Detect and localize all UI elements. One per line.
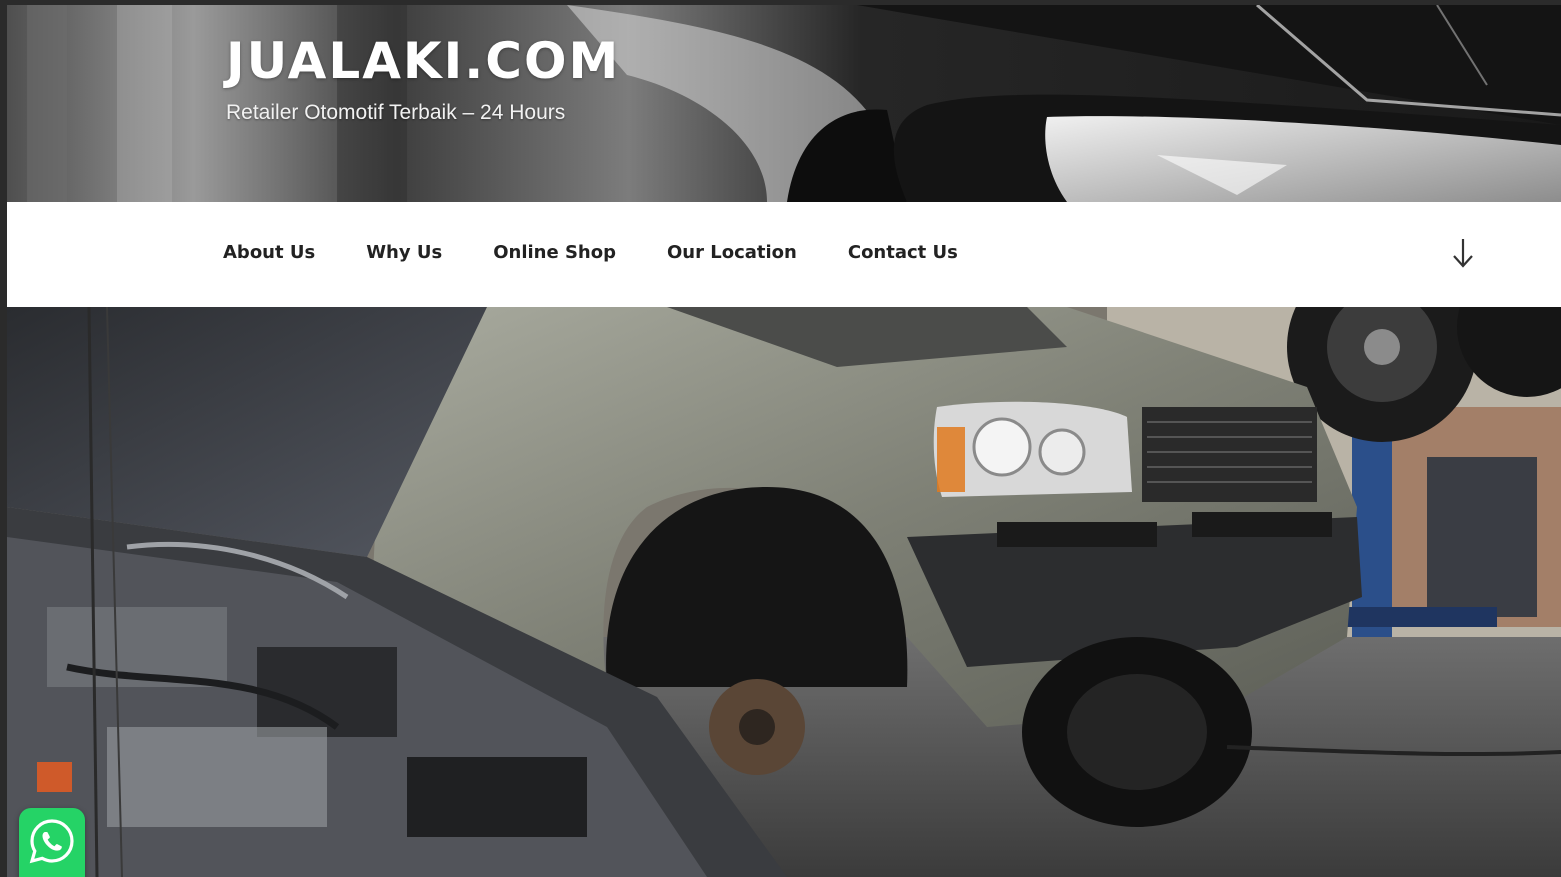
scroll-down-button[interactable]	[1448, 235, 1478, 271]
nav-menu: About Us Why Us Online Shop Our Location…	[223, 240, 1009, 266]
site-header: JUALAKI.COM Retailer Otomotif Terbaik – …	[7, 5, 1561, 202]
whatsapp-chat-button[interactable]	[19, 808, 85, 877]
whatsapp-icon	[29, 819, 74, 864]
nav-item-online-shop[interactable]: Online Shop	[493, 240, 616, 266]
page-frame: JUALAKI.COM Retailer Otomotif Terbaik – …	[7, 5, 1561, 877]
main-navigation: About Us Why Us Online Shop Our Location…	[7, 202, 1561, 308]
nav-item-about-us[interactable]: About Us	[223, 240, 315, 266]
nav-item-why-us[interactable]: Why Us	[366, 240, 442, 266]
garage-photo	[7, 307, 1561, 877]
site-title[interactable]: JUALAKI.COM	[226, 31, 620, 91]
hero-image	[7, 307, 1561, 877]
site-tagline: Retailer Otomotif Terbaik – 24 Hours	[226, 101, 566, 124]
nav-item-contact-us[interactable]: Contact Us	[848, 240, 958, 266]
nav-item-our-location[interactable]: Our Location	[667, 240, 797, 266]
arrow-down-icon	[1453, 239, 1473, 268]
